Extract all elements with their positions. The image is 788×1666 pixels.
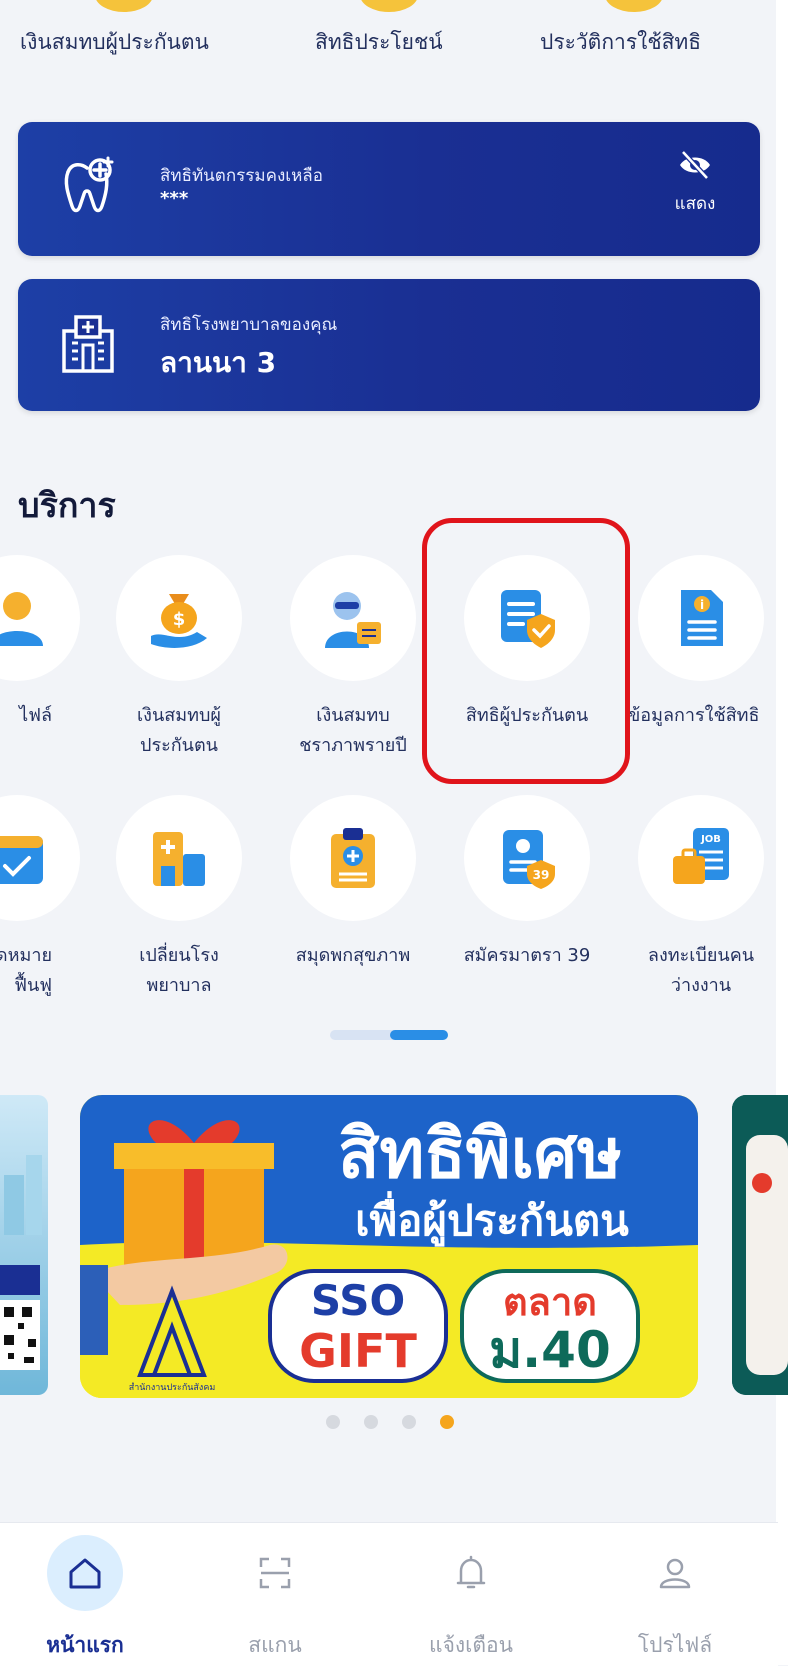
tab-contributions[interactable]: เงินสมทบผู้ประกันตน <box>20 26 209 59</box>
services-page-indicator <box>330 1030 448 1040</box>
service-label: เปลี่ยนโรง พยาบาล <box>139 945 219 996</box>
badge-sso-bottom: GIFT <box>299 1324 417 1378</box>
tab-benefits[interactable]: สิทธิประโยชน์ <box>315 26 443 59</box>
banner-dot[interactable] <box>326 1415 340 1429</box>
dental-card-value: *** <box>160 188 189 209</box>
badge-sso-top: SSO <box>311 1276 405 1325</box>
banner-dot[interactable] <box>402 1415 416 1429</box>
nav-notifications[interactable]: แจ้งเตือน <box>386 1523 556 1662</box>
dental-card-title: สิทธิทันตกรรมคงเหลือ <box>160 166 323 186</box>
page-indicator-active <box>390 1030 448 1040</box>
nav-label: หน้าแรก <box>46 1633 124 1657</box>
banner-subline: เพื่อผู้ประกันตน <box>355 1191 629 1247</box>
banner-dot[interactable] <box>364 1415 378 1429</box>
hospital-building-icon <box>62 315 114 373</box>
user-icon <box>659 1558 691 1589</box>
nav-label: สแกน <box>248 1633 302 1657</box>
svg-text:39: 39 <box>533 868 550 882</box>
banner-logo-caption: สำนักงานประกันสังคม <box>129 1382 216 1393</box>
tab-bump-icon <box>95 0 153 12</box>
svg-text:i: i <box>700 598 704 612</box>
show-balance-toggle[interactable]: แสดง <box>660 150 730 217</box>
svg-text:JOB: JOB <box>700 834 721 845</box>
service-change-hospital[interactable]: เปลี่ยนโรง พยาบาล <box>94 795 264 1001</box>
service-label: ไฟล์ <box>19 705 52 726</box>
service-usage-info[interactable]: i ข้อมูลการใช้สิทธิ <box>616 555 786 731</box>
nav-scan[interactable]: สแกน <box>190 1523 360 1662</box>
badge-market-top: ตลาด <box>503 1280 597 1324</box>
highlight-annotation <box>422 518 630 784</box>
hospital-card-title: สิทธิโรงพยาบาลของคุณ <box>160 315 338 335</box>
banner-prev-slide[interactable] <box>0 1095 48 1395</box>
service-section-39[interactable]: 39 สมัครมาตรา 39 <box>442 795 612 971</box>
qr-code-icon <box>0 1155 42 1370</box>
service-label: สมุดพกสุขภาพ <box>295 945 411 966</box>
nav-home[interactable]: หน้าแรก <box>0 1523 170 1662</box>
tooth-plus-icon <box>64 156 114 213</box>
service-label: ข้อมูลการใช้สิทธิ <box>628 705 760 726</box>
service-pension[interactable]: เงินสมทบ ชราภาพรายปี <box>268 555 438 761</box>
service-label: เงินสมทบผู้ ประกันตน <box>137 705 221 756</box>
service-label: สมัครมาตรา 39 <box>463 945 591 966</box>
banner-headline: สิทธิพิเศษ <box>338 1115 622 1194</box>
bottom-nav: หน้าแรก สแกน แจ้งเตือน โปรไฟล์ <box>0 1522 778 1666</box>
tab-usage-history[interactable]: ประวัติการใช้สิทธิ <box>540 26 701 59</box>
service-label: เงินสมทบ ชราภาพรายปี <box>299 705 407 756</box>
service-label: ลงทะเบียนคน ว่างงาน <box>647 945 755 996</box>
hospital-rights-card[interactable]: สิทธิโรงพยาบาลของคุณ ลานนา 3 <box>18 279 760 411</box>
tab-bump-icon <box>605 0 663 12</box>
eye-off-icon <box>680 150 710 180</box>
home-icon <box>69 1558 101 1589</box>
show-toggle-label: แสดง <box>674 194 716 214</box>
top-tabs: เงินสมทบผู้ประกันตน สิทธิประโยชน์ ประวัต… <box>0 0 776 80</box>
nav-label: แจ้งเตือน <box>429 1633 513 1657</box>
nav-label: โปรไฟล์ <box>637 1633 713 1657</box>
nav-profile[interactable]: โปรไฟล์ <box>590 1523 760 1662</box>
service-rehab-appointment[interactable]: นัดหมาย ฟื้นฟู <box>0 795 102 1001</box>
service-health-book[interactable]: สมุดพกสุขภาพ <box>268 795 438 971</box>
service-contributions[interactable]: $ เงินสมทบผู้ ประกันตน <box>94 555 264 761</box>
svg-text:$: $ <box>173 609 186 630</box>
job-icon: JOB <box>673 828 729 884</box>
promo-banner[interactable]: สำนักงานประกันสังคม สิทธิพิเศษ เพื่อผู้ป… <box>80 1095 698 1398</box>
profile-icon <box>0 592 43 646</box>
scan-icon <box>259 1557 291 1589</box>
bell-icon <box>456 1555 486 1589</box>
calendar-icon <box>0 836 43 884</box>
service-profile[interactable]: ไฟล์ <box>0 555 102 731</box>
services-title: บริการ <box>18 486 116 526</box>
service-label: นัดหมาย ฟื้นฟู <box>0 945 52 996</box>
promo-banner-art: สำนักงานประกันสังคม สิทธิพิเศษ เพื่อผู้ป… <box>80 1095 698 1398</box>
tab-bump-icon <box>360 0 418 12</box>
info-document-icon: i <box>681 590 723 646</box>
next-slide-art-icon <box>732 1095 788 1395</box>
dental-rights-card[interactable]: สิทธิทันตกรรมคงเหลือ *** แสดง <box>18 122 760 256</box>
money-bag-icon: $ <box>151 594 207 648</box>
hospital-icon <box>153 832 205 886</box>
banner-next-slide[interactable] <box>732 1095 788 1395</box>
health-clipboard-icon <box>331 828 375 888</box>
banner-dots <box>326 1415 454 1429</box>
section-39-icon: 39 <box>503 830 555 889</box>
elderly-pension-icon <box>325 592 381 648</box>
service-unemployment[interactable]: JOB ลงทะเบียนคน ว่างงาน <box>616 795 786 1001</box>
banner-dot-active[interactable] <box>440 1415 454 1429</box>
badge-market-bottom: ม.40 <box>489 1321 611 1379</box>
hospital-card-value: ลานนา 3 <box>160 346 277 379</box>
